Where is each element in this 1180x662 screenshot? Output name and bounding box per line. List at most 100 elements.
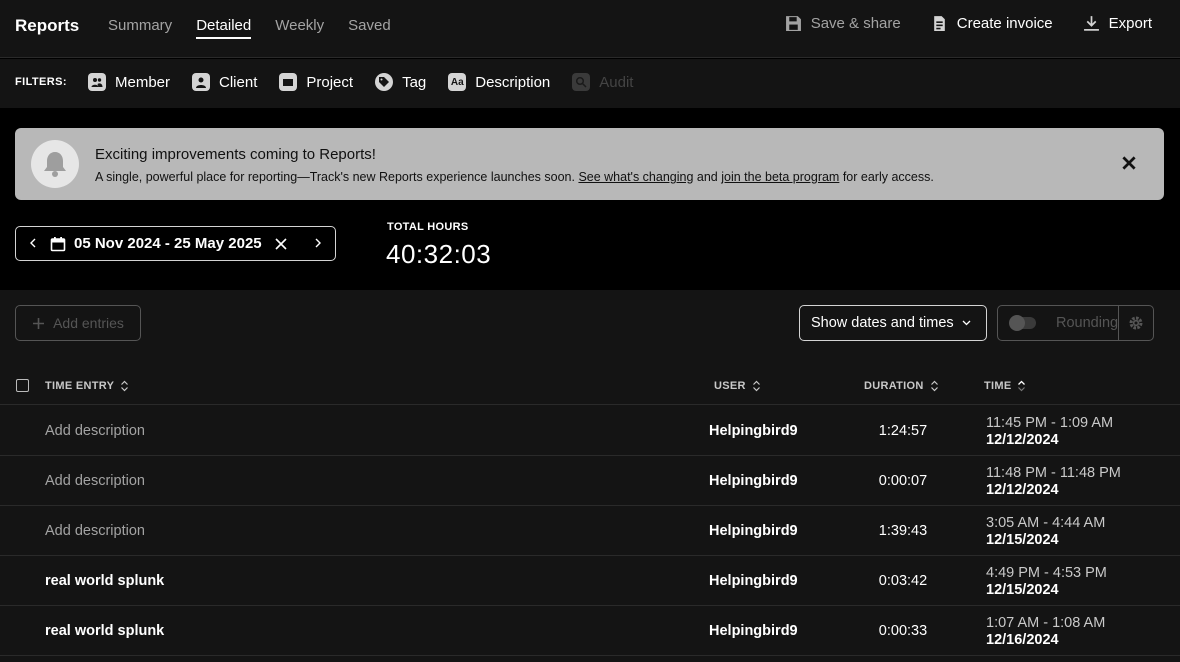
banner-text-end: for early access. (839, 170, 934, 184)
entry-time[interactable]: 4:49 PM - 4:53 PM 12/15/2024 (986, 565, 1107, 599)
entry-description[interactable]: real world splunk (45, 573, 164, 589)
entry-duration[interactable]: 0:00:07 (860, 473, 946, 489)
entry-duration[interactable]: 1:24:57 (860, 423, 946, 439)
entry-duration[interactable]: 1:39:43 (860, 523, 946, 539)
table-row[interactable]: real world splunk Helpingbird9 0:03:42 4… (0, 556, 1180, 606)
table-header: TIME ENTRY USER DURATION TIME (0, 367, 1180, 405)
member-icon (88, 73, 106, 91)
column-time-entry[interactable]: TIME ENTRY (45, 380, 129, 392)
entry-duration[interactable]: 0:03:42 (860, 573, 946, 589)
table-row[interactable]: Add description Helpingbird9 1:24:57 11:… (0, 406, 1180, 456)
sort-icon (930, 380, 938, 392)
entry-description[interactable]: Add description (45, 523, 145, 539)
entry-description[interactable]: Add description (45, 423, 145, 439)
column-time-label: TIME (984, 380, 1012, 392)
previous-period-button[interactable] (16, 236, 50, 251)
show-dates-dropdown[interactable]: Show dates and times (799, 305, 987, 341)
select-all-checkbox[interactable] (16, 379, 29, 392)
save-share-label: Save & share (810, 15, 901, 32)
banner-text-mid: and (693, 170, 722, 184)
join-beta-link[interactable]: join the beta program (721, 170, 839, 184)
gear-icon (1129, 316, 1143, 330)
column-duration[interactable]: DURATION (864, 380, 939, 392)
entry-description[interactable]: Add description (45, 473, 145, 489)
entry-duration[interactable]: 0:00:33 (860, 623, 946, 639)
sort-ascending-icon (1018, 380, 1026, 392)
tab-weekly[interactable]: Weekly (275, 17, 324, 39)
entry-user: Helpingbird9 (709, 573, 798, 589)
add-entries-label: Add entries (53, 315, 124, 331)
save-share-button[interactable]: Save & share (785, 15, 901, 32)
close-icon[interactable] (1120, 154, 1138, 172)
whats-changing-link[interactable]: See what's changing (578, 170, 693, 184)
total-hours-value: 40:32:03 (386, 239, 492, 269)
clear-date-icon[interactable] (274, 237, 288, 251)
filter-client-label: Client (219, 73, 258, 91)
create-invoice-button[interactable]: Create invoice (931, 15, 1053, 32)
page-title: Reports (15, 16, 80, 35)
entry-user: Helpingbird9 (709, 473, 798, 489)
entry-date: 12/15/2024 (986, 532, 1059, 548)
filter-bar: FILTERS: Member Client Project Tag Aa De… (0, 59, 1180, 108)
filter-description-label: Description (475, 73, 551, 91)
filter-client[interactable]: Client (192, 73, 257, 91)
project-icon (279, 73, 298, 91)
invoice-icon (933, 16, 945, 31)
column-user[interactable]: USER (714, 380, 761, 392)
chevron-down-icon (962, 320, 971, 326)
export-button[interactable]: Export (1083, 15, 1152, 32)
entry-user: Helpingbird9 (709, 423, 798, 439)
tab-saved[interactable]: Saved (348, 17, 391, 39)
entry-time-range: 11:45 PM - 1:09 AM (986, 415, 1114, 431)
filter-description[interactable]: Aa Description (448, 73, 550, 91)
announcement-banner: Exciting improvements coming to Reports!… (15, 128, 1164, 200)
plus-icon (33, 317, 45, 329)
entry-time[interactable]: 3:05 AM - 4:44 AM 12/15/2024 (986, 515, 1105, 549)
filter-tag-label: Tag (402, 73, 427, 91)
filter-member-label: Member (115, 73, 171, 91)
rounding-toggle (1009, 315, 1036, 331)
date-range-value[interactable]: 05 Nov 2024 - 25 May 2025 (74, 235, 262, 252)
rounding-label: Rounding (1056, 315, 1119, 331)
table-row[interactable]: real world splunk Helpingbird9 0:00:33 1… (0, 606, 1180, 656)
filter-member[interactable]: Member (88, 73, 170, 91)
download-icon (1083, 16, 1099, 31)
entry-time[interactable]: 11:45 PM - 1:09 AM 12/12/2024 (986, 415, 1113, 449)
description-icon: Aa (448, 73, 467, 91)
filter-audit: Audit (572, 73, 633, 91)
entry-time[interactable]: 1:07 AM - 1:08 AM 12/16/2024 (986, 615, 1105, 649)
filter-tag[interactable]: Tag (375, 73, 426, 91)
banner-text-start: A single, powerful place for reporting—T… (95, 170, 579, 184)
create-invoice-label: Create invoice (956, 15, 1053, 32)
column-time[interactable]: TIME (984, 380, 1026, 392)
filter-audit-label: Audit (599, 73, 634, 91)
chevron-right-icon (315, 238, 321, 248)
add-entries-button: Add entries (15, 305, 141, 341)
entry-user: Helpingbird9 (709, 623, 798, 639)
detailed-report-table: Add entries Show dates and times Roundin… (0, 290, 1180, 662)
filter-project[interactable]: Project (279, 73, 353, 91)
sort-icon (121, 380, 129, 392)
top-navigation-bar: Reports Summary Detailed Weekly Saved Sa… (0, 0, 1180, 58)
show-dates-label: Show dates and times (811, 315, 954, 331)
table-row[interactable]: Add description Helpingbird9 1:39:43 3:0… (0, 506, 1180, 556)
entry-time[interactable]: 11:48 PM - 11:48 PM 12/12/2024 (986, 465, 1121, 499)
save-icon (785, 16, 801, 31)
client-icon (192, 73, 211, 91)
top-actions: Save & share Create invoice Export (785, 15, 1152, 32)
banner-text: A single, powerful place for reporting—T… (95, 170, 934, 184)
total-hours-label: TOTAL HOURS (387, 221, 469, 233)
entry-time-range: 4:49 PM - 4:53 PM (986, 565, 1107, 581)
report-tabs: Summary Detailed Weekly Saved (108, 17, 391, 39)
column-time-entry-label: TIME ENTRY (45, 380, 115, 392)
entry-user: Helpingbird9 (709, 523, 798, 539)
next-period-button[interactable] (301, 236, 335, 251)
bell-icon (31, 140, 79, 188)
tab-detailed[interactable]: Detailed (196, 17, 252, 39)
banner-title: Exciting improvements coming to Reports! (95, 146, 376, 163)
tag-icon (375, 73, 394, 91)
tab-summary[interactable]: Summary (108, 17, 172, 39)
entry-description[interactable]: real world splunk (45, 623, 164, 639)
table-row[interactable]: Add description Helpingbird9 0:00:07 11:… (0, 456, 1180, 506)
chevron-left-icon (30, 238, 36, 248)
